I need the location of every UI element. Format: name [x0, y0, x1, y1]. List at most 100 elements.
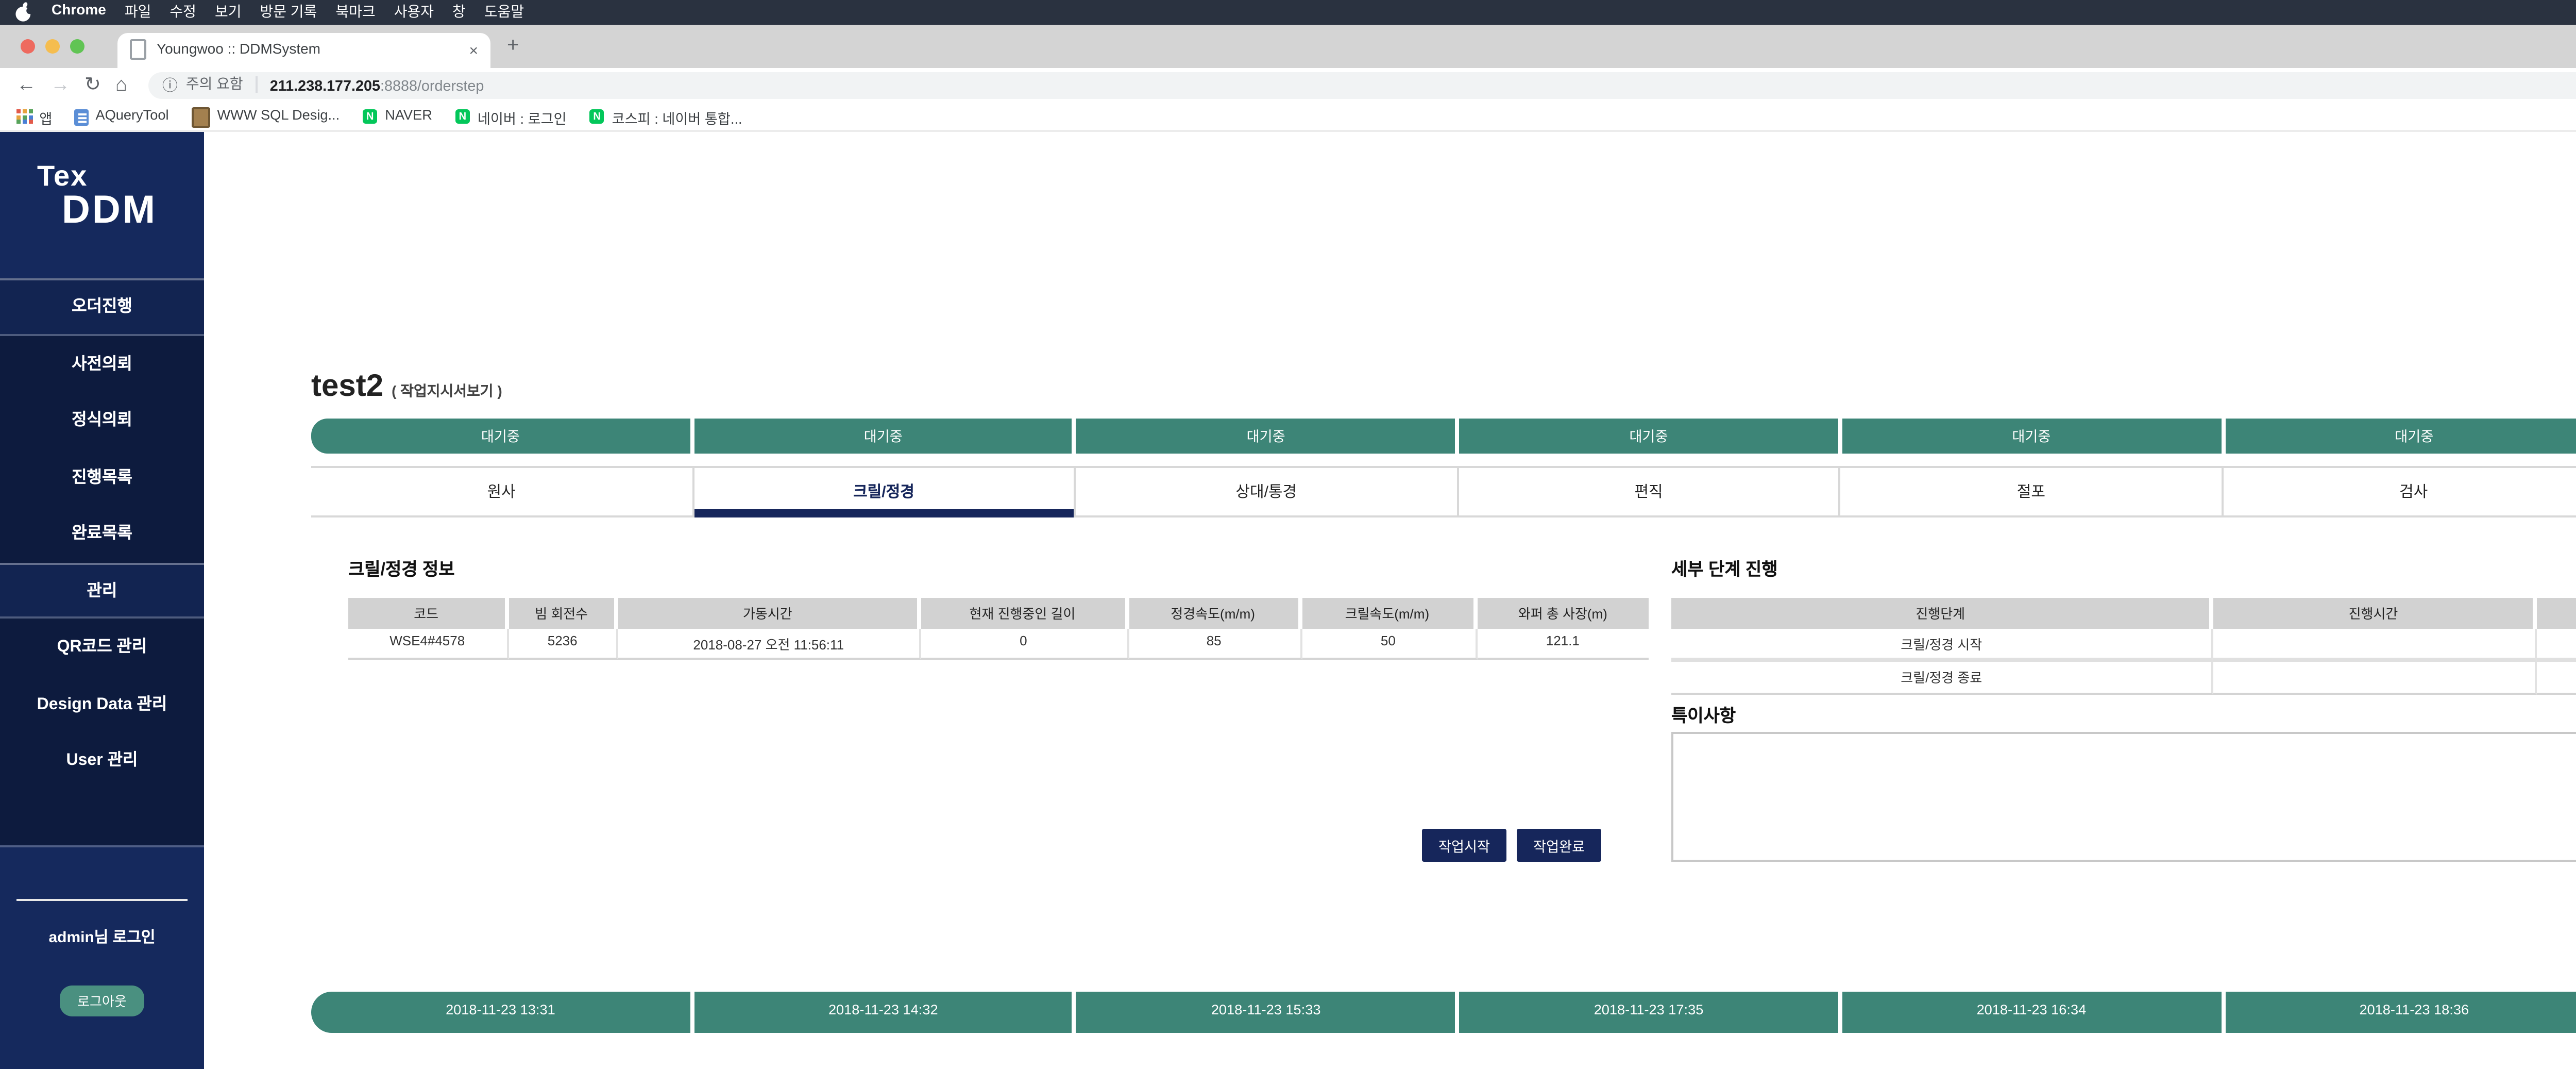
tab-knitting[interactable]: 편직 — [1459, 468, 1841, 514]
status-segment: 대기중 — [694, 419, 1073, 453]
bookmark-naver-login[interactable]: N 네이버 : 로그인 — [455, 106, 567, 127]
tab-wonsa[interactable]: 원사 — [311, 468, 693, 514]
site-info-icon[interactable]: ⓘ — [162, 74, 178, 96]
menu-bookmarks[interactable]: 북마크 — [335, 2, 375, 22]
timeline-segment: 2018-11-23 14:32 — [694, 992, 1073, 1032]
naver-icon: N — [362, 109, 378, 124]
sidebar-item-design-data-admin[interactable]: Design Data 관리 — [0, 675, 204, 732]
cell-operation-time: 2018-08-27 오전 11:56:11 — [619, 628, 921, 660]
menu-file[interactable]: 파일 — [125, 2, 151, 22]
home-icon[interactable]: ⌂ — [115, 75, 127, 95]
status-segment: 대기중 — [1460, 419, 1838, 453]
sidebar-item-admin[interactable]: 관리 — [0, 562, 204, 619]
sidebar-item-complete-list[interactable]: 완료목록 — [0, 505, 204, 562]
notes-textarea[interactable] — [1671, 732, 2576, 862]
site-icon — [192, 106, 210, 127]
work-start-button[interactable]: 작업시작 — [1422, 829, 1506, 862]
column-header: 진행시간 — [2214, 598, 2537, 628]
bookmark-sql-designer[interactable]: WWW SQL Desig... — [192, 106, 340, 127]
address-bar[interactable]: ⓘ 주의 요함 211.238.177.205:8888/orderstep ☆ — [148, 72, 2576, 98]
screen: Chrome 파일 수정 보기 방문 기록 북마크 사용자 창 도움말 N ⇄ … — [0, 0, 2576, 1069]
logout-button[interactable]: 로그아웃 — [59, 984, 145, 1015]
notes-heading: 특이사항 — [1671, 703, 1736, 728]
timeline-bar: 2018-11-23 13:31 2018-11-23 14:32 2018-1… — [311, 992, 2576, 1032]
sidebar-item-pre-request[interactable]: 사전의뢰 — [0, 335, 204, 392]
tab-title: Youngwoo :: DDMSystem — [157, 42, 459, 57]
main-content: test2 ( 작업지시서보기 ) 대기중 대기중 대기중 대기중 대기중 대기… — [204, 132, 2576, 1069]
bookmark-kospi[interactable]: N 코스피 : 네이버 통합... — [589, 106, 742, 127]
detail-step-table: 진행단계 진행시간 완료 작업자 크릴/정경 시작 확인 admin 크릴/정경 — [1671, 598, 2576, 694]
menu-edit[interactable]: 수정 — [170, 2, 196, 22]
timeline-segment: 2018-11-23 17:35 — [1460, 992, 1838, 1032]
menu-chrome[interactable]: Chrome — [52, 5, 106, 19]
menu-help[interactable]: 도움말 — [484, 2, 524, 22]
sidebar-item-qrcode-admin[interactable]: QR코드 관리 — [0, 619, 204, 675]
sidebar-divider — [16, 898, 188, 900]
tab-jeolpo[interactable]: 절포 — [1841, 468, 2223, 514]
creel-warping-info-table: 코드 빔 회전수 가동시간 현재 진행중인 길이 정경속도(m/m) 크릴속도(… — [348, 598, 1649, 660]
timeline-segment: 2018-11-23 15:33 — [1077, 992, 1455, 1032]
window-close-button[interactable] — [21, 38, 35, 53]
security-label[interactable]: 주의 요함 — [186, 75, 243, 95]
sidebar-item-progress-list[interactable]: 진행목록 — [0, 448, 204, 505]
url-host: 211.238.177.205 — [270, 76, 380, 94]
confirm-link[interactable]: 확인 — [2537, 662, 2576, 694]
page-subtitle[interactable]: ( 작업지시서보기 ) — [392, 381, 502, 402]
menu-history[interactable]: 방문 기록 — [260, 2, 317, 22]
sidebar-item-order-progress[interactable]: 오더진행 — [0, 278, 204, 335]
column-header: 완료 — [2537, 598, 2576, 628]
bookmark-aquerytool[interactable]: AQueryTool — [75, 108, 168, 125]
sidebar-item-user-admin[interactable]: User 관리 — [0, 732, 204, 789]
timeline-segment: 2018-11-23 16:34 — [1842, 992, 2221, 1032]
menu-view[interactable]: 보기 — [215, 2, 242, 22]
login-status: admin님 로그인 — [0, 925, 204, 947]
document-icon — [75, 108, 88, 125]
app-logo: Tex DDM — [0, 132, 204, 278]
menu-window[interactable]: 창 — [452, 2, 466, 22]
process-tabs: 원사 크릴/정경 상대/통경 편직 절포 검사 출고 — [311, 466, 2576, 516]
bookmark-naver[interactable]: N NAVER — [362, 109, 432, 124]
browser-toolbar: ← → ↻ ⌂ ⓘ 주의 요함 211.238.177.205:8888/ord… — [0, 67, 2576, 103]
status-segment: 대기중 — [1842, 419, 2221, 453]
column-header: 코드 — [348, 598, 508, 628]
tab-inspection[interactable]: 검사 — [2224, 468, 2576, 514]
status-segment: 대기중 — [311, 419, 690, 453]
table-row: 크릴/정경 종료 확인 admin — [1671, 662, 2576, 694]
table-header-row: 코드 빔 회전수 가동시간 현재 진행중인 길이 정경속도(m/m) 크릴속도(… — [348, 598, 1649, 628]
naver-icon: N — [589, 109, 605, 124]
new-tab-button[interactable]: + — [507, 32, 519, 61]
cell-current-length: 0 — [921, 628, 1129, 660]
status-segment: 대기중 — [1077, 419, 1455, 453]
cell-warper-total: 121.1 — [1477, 628, 1649, 660]
sidebar: Tex DDM 오더진행 사전의뢰 정식의뢰 진행목록 완료목록 관리 QR코드… — [0, 132, 204, 1069]
bookmark-apps[interactable]: 앱 — [16, 106, 52, 127]
page-favicon — [130, 40, 146, 59]
cell-step-time — [2214, 628, 2537, 662]
sidebar-item-formal-request[interactable]: 정식의뢰 — [0, 392, 204, 448]
cell-step: 크릴/정경 시작 — [1671, 628, 2214, 662]
confirm-link[interactable]: 확인 — [2537, 628, 2576, 662]
back-icon[interactable]: ← — [16, 75, 36, 95]
column-header: 크릴속도(m/m) — [1301, 598, 1477, 628]
cell-beam-rotation: 5236 — [508, 628, 619, 660]
apple-icon[interactable] — [14, 3, 33, 21]
window-minimize-button[interactable] — [45, 38, 60, 53]
menu-people[interactable]: 사용자 — [394, 2, 434, 22]
url-text[interactable]: 211.238.177.205:8888/orderstep — [270, 76, 484, 94]
work-action-buttons: 작업시작 작업완료 — [1422, 829, 1601, 862]
window-zoom-button[interactable] — [70, 38, 84, 53]
browser-tab[interactable]: Youngwoo :: DDMSystem × — [117, 32, 490, 67]
reload-icon[interactable]: ↻ — [84, 75, 101, 95]
url-divider — [256, 77, 258, 93]
column-header: 정경속도(m/m) — [1128, 598, 1301, 628]
tab-close-icon[interactable]: × — [469, 40, 478, 59]
tab-creel-warping[interactable]: 크릴/정경 — [693, 468, 1076, 514]
naver-icon: N — [455, 109, 470, 124]
timeline-segment: 2018-11-23 18:36 — [2225, 992, 2576, 1032]
work-complete-button[interactable]: 작업완료 — [1517, 829, 1601, 862]
bookmarks-bar: 앱 AQueryTool WWW SQL Desig... N NAVER N … — [0, 103, 2576, 132]
url-path: :8888/orderstep — [380, 76, 484, 94]
forward-icon[interactable]: → — [50, 75, 70, 95]
tab-sangdae-tonggyeong[interactable]: 상대/통경 — [1076, 468, 1459, 514]
right-panel-heading: 세부 단계 진행 — [1671, 557, 1778, 581]
